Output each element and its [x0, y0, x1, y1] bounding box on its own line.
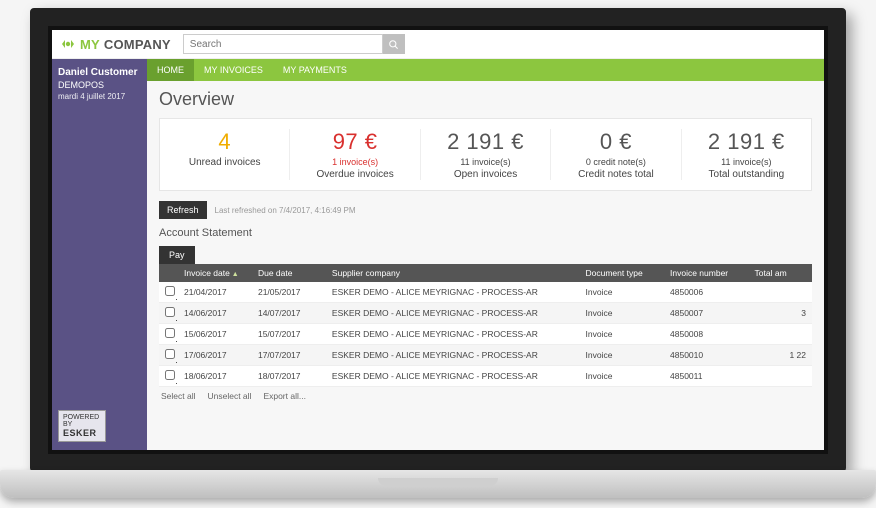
kpi-label: Open invoices	[427, 169, 544, 180]
logo-text-company: COMPANY	[104, 37, 171, 52]
kpi-card: 4 Unread invoices 97 € 1 invoice(s) Over…	[159, 118, 812, 191]
cell-invoice-date: 18/06/2017	[178, 366, 252, 387]
col-invoice-number[interactable]: Invoice number	[664, 264, 749, 282]
logo-text-my: MY	[80, 37, 100, 52]
row-checkbox[interactable]	[165, 349, 175, 359]
kpi-label: Overdue invoices	[296, 169, 413, 180]
cell-supplier: ESKER DEMO - ALICE MEYRIGNAC - PROCESS-A…	[326, 303, 580, 324]
kpi-sub: 11 invoice(s)	[688, 157, 805, 167]
cell-invoice-number: 4850010	[664, 345, 749, 366]
cell-invoice-number: 4850011	[664, 366, 749, 387]
search-input[interactable]	[183, 34, 383, 54]
kpi-sub: 1 invoice(s)	[296, 157, 413, 167]
col-doc-type[interactable]: Document type	[580, 264, 665, 282]
user-name: Daniel Customer	[58, 67, 141, 78]
refresh-button[interactable]: Refresh	[159, 201, 207, 219]
kpi-sub: 0 credit note(s)	[557, 157, 674, 167]
cell-total-amount	[749, 324, 812, 345]
cell-invoice-date: 17/06/2017	[178, 345, 252, 366]
cell-doc-type: Invoice	[580, 303, 665, 324]
user-org: DEMOPOS	[58, 80, 141, 90]
search-icon	[388, 39, 399, 50]
cell-invoice-number: 4850007	[664, 303, 749, 324]
kpi-open-invoices[interactable]: 2 191 € 11 invoice(s) Open invoices	[421, 129, 551, 180]
kpi-overdue-invoices[interactable]: 97 € 1 invoice(s) Overdue invoices	[290, 129, 420, 180]
pay-button[interactable]: Pay	[159, 246, 195, 264]
cell-doc-type: Invoice	[580, 366, 665, 387]
navbar: HOME MY INVOICES MY PAYMENTS	[147, 59, 824, 81]
unselect-all-link[interactable]: Unselect all	[208, 391, 252, 401]
kpi-label: Total outstanding	[688, 169, 805, 180]
col-invoice-date[interactable]: Invoice date	[178, 264, 252, 282]
col-checkbox[interactable]	[159, 264, 178, 282]
kpi-label: Credit notes total	[557, 169, 674, 180]
cell-total-amount	[749, 366, 812, 387]
table-row[interactable]: 21/04/201721/05/2017ESKER DEMO - ALICE M…	[159, 282, 812, 303]
export-all-link[interactable]: Export all...	[263, 391, 306, 401]
cell-supplier: ESKER DEMO - ALICE MEYRIGNAC - PROCESS-A…	[326, 324, 580, 345]
logo-icon	[62, 38, 76, 50]
kpi-sub: 11 invoice(s)	[427, 157, 544, 167]
cell-supplier: ESKER DEMO - ALICE MEYRIGNAC - PROCESS-A…	[326, 366, 580, 387]
cell-invoice-number: 4850008	[664, 324, 749, 345]
cell-invoice-date: 14/06/2017	[178, 303, 252, 324]
row-checkbox[interactable]	[165, 370, 175, 380]
cell-invoice-date: 21/04/2017	[178, 282, 252, 303]
powered-brand: ESKER	[63, 429, 101, 438]
cell-doc-type: Invoice	[580, 324, 665, 345]
cell-invoice-date: 15/06/2017	[178, 324, 252, 345]
section-title: Account Statement	[159, 227, 812, 239]
nav-home[interactable]: HOME	[147, 59, 194, 81]
table-row[interactable]: 14/06/201714/07/2017ESKER DEMO - ALICE M…	[159, 303, 812, 324]
row-checkbox[interactable]	[165, 286, 175, 296]
cell-due-date: 14/07/2017	[252, 303, 326, 324]
kpi-credit-notes-total[interactable]: 0 € 0 credit note(s) Credit notes total	[551, 129, 681, 180]
kpi-value: 4	[166, 129, 283, 155]
table-actions: Select all Unselect all Export all...	[159, 387, 812, 405]
nav-my-payments[interactable]: MY PAYMENTS	[273, 59, 357, 81]
refresh-timestamp: Last refreshed on 7/4/2017, 4:16:49 PM	[215, 206, 356, 215]
statement-table: Invoice date Due date Supplier company D…	[159, 264, 812, 387]
topbar: MY COMPANY	[52, 30, 824, 59]
powered-by: POWERED BY ESKER	[58, 410, 141, 442]
row-checkbox[interactable]	[165, 328, 175, 338]
col-due-date[interactable]: Due date	[252, 264, 326, 282]
cell-due-date: 21/05/2017	[252, 282, 326, 303]
kpi-value: 0 €	[557, 129, 674, 155]
logo: MY COMPANY	[62, 37, 171, 52]
cell-doc-type: Invoice	[580, 345, 665, 366]
nav-my-invoices[interactable]: MY INVOICES	[194, 59, 273, 81]
table-row[interactable]: 17/06/201717/07/2017ESKER DEMO - ALICE M…	[159, 345, 812, 366]
page-title: Overview	[159, 89, 812, 110]
kpi-total-outstanding[interactable]: 2 191 € 11 invoice(s) Total outstanding	[682, 129, 811, 180]
cell-supplier: ESKER DEMO - ALICE MEYRIGNAC - PROCESS-A…	[326, 282, 580, 303]
cell-due-date: 17/07/2017	[252, 345, 326, 366]
col-total-amount[interactable]: Total am	[749, 264, 812, 282]
kpi-value: 97 €	[296, 129, 413, 155]
kpi-unread-invoices[interactable]: 4 Unread invoices	[160, 129, 290, 180]
table-row[interactable]: 18/06/201718/07/2017ESKER DEMO - ALICE M…	[159, 366, 812, 387]
kpi-value: 2 191 €	[688, 129, 805, 155]
cell-invoice-number: 4850006	[664, 282, 749, 303]
sidebar: Daniel Customer DEMOPOS mardi 4 juillet …	[52, 59, 147, 450]
kpi-value: 2 191 €	[427, 129, 544, 155]
cell-total-amount	[749, 282, 812, 303]
col-supplier[interactable]: Supplier company	[326, 264, 580, 282]
cell-due-date: 18/07/2017	[252, 366, 326, 387]
cell-total-amount: 3	[749, 303, 812, 324]
row-checkbox[interactable]	[165, 307, 175, 317]
kpi-label: Unread invoices	[166, 157, 283, 168]
search-button[interactable]	[383, 34, 405, 54]
cell-doc-type: Invoice	[580, 282, 665, 303]
search	[183, 34, 405, 54]
cell-supplier: ESKER DEMO - ALICE MEYRIGNAC - PROCESS-A…	[326, 345, 580, 366]
select-all-link[interactable]: Select all	[161, 391, 196, 401]
cell-total-amount: 1 22	[749, 345, 812, 366]
user-date: mardi 4 juillet 2017	[58, 92, 141, 101]
table-row[interactable]: 15/06/201715/07/2017ESKER DEMO - ALICE M…	[159, 324, 812, 345]
powered-label: POWERED BY	[63, 414, 101, 429]
cell-due-date: 15/07/2017	[252, 324, 326, 345]
